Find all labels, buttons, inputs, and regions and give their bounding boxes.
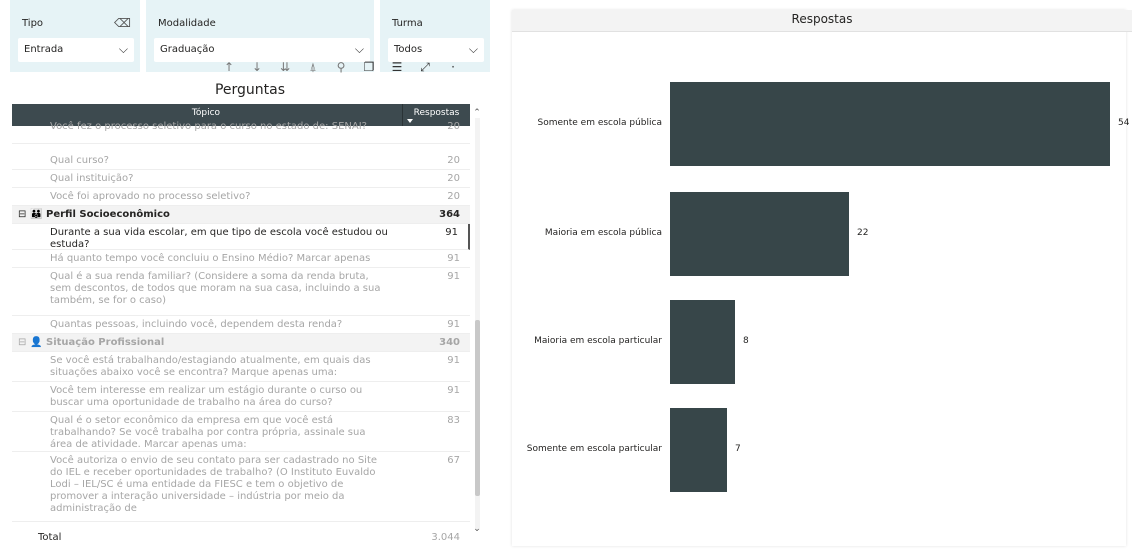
row-topic: Quantas pessoas, incluindo você, depende… [50,319,343,330]
group-icon: 👪 [30,209,43,220]
row-topic: Qual curso? [50,155,109,166]
row-responses: 340 [439,337,460,348]
row-topic: Há quanto tempo você concluiu o Ensino M… [50,253,371,264]
table-group-row[interactable]: ⊟ 👤 Situação Profissional 340 [12,334,470,352]
matrix-table: Tópico Respostas Você fez o processo sel… [12,104,470,546]
table-row[interactable]: Durante a sua vida escolar, em que tipo … [12,224,470,250]
table-row[interactable]: Você foi aprovado no processo seletivo? 2… [12,188,470,206]
slicer-title: Tipo [22,18,44,29]
chevron-down-icon: ⌵ [468,42,478,56]
row-topic: Qual instituição? [50,173,134,184]
group-icon: 👤 [30,337,43,348]
table-row[interactable]: Qual é o setor econômico da empresa em q… [12,412,470,452]
table-row[interactable]: Você autoriza o envio de seu contato par… [12,452,470,522]
visual-toolbar: ↑ ↓ ⇊ ⍋ ⚲ ❐ ☰ ⤢ · [222,56,460,78]
row-responses: 20 [447,121,460,132]
row-responses: 364 [439,209,460,220]
row-responses: 83 [447,415,460,426]
data-label: 7 [735,444,741,454]
collapse-toggle-icon[interactable]: ⊟ [18,209,26,221]
row-topic: Durante a sua vida escolar, em que tipo … [50,227,388,250]
eraser-icon[interactable]: ⌫ [114,16,131,30]
row-responses: 91 [447,271,460,282]
table-group-row[interactable]: ⊟ 👪 Perfil Socioeconômico 364 [12,206,470,224]
data-label: 54 [1118,118,1130,128]
row-responses: 91 [445,227,458,238]
data-label: 8 [743,336,749,346]
bar[interactable] [670,192,849,276]
chevron-down-icon: ⌵ [118,42,128,56]
bar[interactable] [670,300,735,384]
slicer-value: Entrada [24,44,64,55]
focus-mode-icon[interactable]: ⤢ [418,60,432,75]
slicer-tipo: Tipo ⌫ Entrada ⌵ [10,0,140,72]
row-topic: Se você está trabalhando/estagiando atua… [50,355,371,378]
scroll-up-icon[interactable]: ⌃ [472,108,482,118]
total-label: Total [38,532,62,543]
row-responses: 20 [447,191,460,202]
total-value: 3.044 [431,532,460,543]
chevron-down-icon: ⌵ [354,42,364,56]
scroll-thumb[interactable] [475,320,480,496]
row-topic: Você foi aprovado no processo seletivo? [50,191,251,202]
row-responses: 20 [447,173,460,184]
table-row[interactable]: Se você está trabalhando/estagiando atua… [12,352,470,382]
drill-down-icon[interactable]: ⇊ [278,60,292,74]
slicer-value: Todos [394,44,423,55]
copy-icon[interactable]: ❐ [362,60,376,74]
table-total-row: Total 3.044 [12,528,470,546]
row-responses: 91 [447,385,460,396]
category-label: Maioria em escola particular [534,336,662,346]
pin-icon[interactable]: ⚲ [334,60,348,74]
row-responses: 91 [447,355,460,366]
table-row[interactable]: Você tem interesse em realizar um estági… [12,382,470,412]
arrow-up-icon[interactable]: ↑ [222,60,236,74]
category-label: Somente em escola pública [537,118,662,128]
row-responses: 20 [447,155,460,166]
bar[interactable] [670,82,1110,166]
category-label: Maioria em escola pública [544,228,662,238]
arrow-down-icon[interactable]: ↓ [250,60,264,74]
bar[interactable] [670,408,727,492]
slicer-title: Turma [392,18,423,29]
table-row[interactable]: Qual curso? 20 [12,152,470,170]
row-responses: 67 [447,455,460,466]
collapse-toggle-icon[interactable]: ⊟ [18,337,26,349]
row-topic: Qual é a sua renda familiar? (Considere … [50,271,381,306]
chart-title: Respostas [791,12,853,26]
category-label: Somente em escola particular [526,444,662,454]
expand-hierarchy-icon[interactable]: ⍋ [306,60,320,75]
slicer-dropdown[interactable]: Entrada ⌵ [18,38,134,62]
table-row[interactable]: Quantas pessoas, incluindo você, depende… [12,316,470,334]
data-label: 22 [857,228,869,238]
table-row[interactable]: Há quanto tempo você concluiu o Ensino M… [12,250,470,268]
row-topic: Você tem interesse em realizar um estági… [50,385,363,408]
row-responses: 91 [447,253,460,264]
row-topic: Você autoriza o envio de seu contato par… [50,455,378,514]
more-options-icon[interactable]: · [446,60,460,74]
slicer-value: Graduação [160,44,215,55]
scroll-down-icon[interactable]: ⌄ [472,524,482,534]
table-row[interactable]: Você fez o processo seletivo para o curs… [12,118,470,144]
row-topic: Situação Profissional [46,337,165,348]
row-topic: Qual é o setor econômico da empresa em q… [50,415,366,450]
table-row[interactable]: Qual é a sua renda familiar? (Considere … [12,268,470,316]
table-title: Perguntas [214,82,286,98]
row-topic: Você fez o processo seletivo para o curs… [50,121,367,132]
filter-icon[interactable]: ☰ [390,60,404,74]
row-topic: Perfil Socioeconômico [46,209,170,220]
table-row[interactable]: Qual instituição? 20 [12,170,470,188]
slicer-title: Modalidade [158,18,216,29]
table-scrollbar[interactable]: ⌃ ⌄ [472,104,482,546]
row-responses: 91 [447,319,460,330]
